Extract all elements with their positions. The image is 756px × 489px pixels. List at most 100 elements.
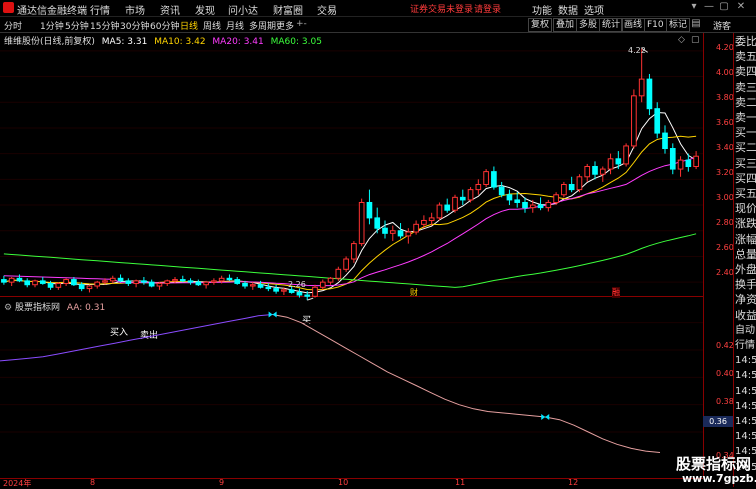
event-marker-rong[interactable]: 融	[612, 287, 620, 298]
candle-body	[452, 196, 458, 211]
side-panel-item[interactable]: 委比	[735, 35, 756, 49]
candle-body	[1, 279, 7, 283]
biaoji-button[interactable]: 标记	[666, 18, 691, 32]
candle-body	[413, 223, 419, 233]
fuquan-button[interactable]: 复权	[528, 18, 553, 32]
adjust-icon[interactable]: +-	[296, 19, 307, 29]
side-panel-item[interactable]: 自动	[735, 324, 756, 338]
side-panel-item[interactable]: 卖五	[735, 50, 756, 64]
menu-jiaoyi[interactable]: 交易	[317, 2, 337, 17]
event-marker-cai[interactable]: 财	[410, 287, 418, 298]
side-panel-item[interactable]: 买三	[735, 157, 756, 171]
ind-y-label: 0.42	[716, 341, 734, 350]
x-axis-line	[0, 478, 703, 479]
side-panel-item[interactable]: 14:50	[735, 400, 756, 414]
candle-body	[24, 280, 31, 286]
side-panel-item[interactable]: 买五	[735, 187, 756, 201]
side-panel-item[interactable]: 14:50	[735, 354, 756, 368]
side-panel-item[interactable]: 买二	[735, 141, 756, 155]
candle-body	[195, 281, 202, 286]
candle-body	[545, 201, 552, 209]
candle-body	[568, 183, 575, 191]
side-panel-item[interactable]: 卖二	[735, 96, 756, 110]
close-icon[interactable]: ✕	[735, 1, 747, 13]
period-5min[interactable]: 5分钟	[65, 19, 89, 32]
maximize-icon[interactable]: ▢	[718, 1, 730, 13]
login-button[interactable]: 请登录	[474, 2, 501, 15]
period-more[interactable]: 更多	[276, 19, 294, 32]
candle-body	[102, 280, 108, 283]
title-bar	[0, 0, 756, 17]
candle-body	[55, 282, 62, 288]
guest-label[interactable]: 游客	[713, 19, 731, 32]
candle-body	[522, 201, 528, 209]
side-panel-item[interactable]: 买四	[735, 172, 756, 186]
side-panel-item[interactable]: 外盘	[735, 263, 756, 277]
side-panel-item[interactable]: 涨跌	[735, 217, 756, 231]
side-panel-item[interactable]: 涨幅	[735, 233, 756, 247]
side-panel-item[interactable]: 卖三	[735, 81, 756, 95]
candle-body	[86, 285, 93, 290]
candle-body	[312, 286, 318, 297]
high-price-label: 4.22	[628, 46, 646, 55]
period-fenshi[interactable]: 分时	[4, 19, 22, 32]
ind-y-label: 0.38	[716, 397, 734, 406]
huaxian-button[interactable]: 画线	[621, 18, 646, 32]
menu-caifuquan[interactable]: 财富圈	[273, 2, 303, 17]
indicator-line-rising	[0, 314, 273, 362]
minimize-icon[interactable]: —	[703, 1, 715, 13]
dropdown-icon[interactable]: ▾	[688, 1, 700, 13]
watermark-title: 股票指标网	[676, 455, 752, 473]
period-15min[interactable]: 15分钟	[90, 19, 119, 32]
side-panel-item[interactable]: 14:50	[735, 415, 756, 429]
side-panel-item[interactable]: 行情	[735, 339, 756, 353]
candle-body	[156, 282, 163, 287]
period-daily[interactable]: 日线	[180, 19, 198, 32]
candle-body	[133, 280, 139, 284]
side-panel-item[interactable]: 14:50	[735, 430, 756, 444]
candle-body	[405, 231, 412, 237]
f10-button[interactable]: F10	[644, 18, 667, 32]
period-multi[interactable]: 多周期	[249, 19, 276, 32]
period-1min[interactable]: 1分钟	[40, 19, 64, 32]
candle-body	[576, 176, 583, 191]
side-panel-item[interactable]: 换手	[735, 278, 756, 292]
period-60min[interactable]: 60分钟	[150, 19, 179, 32]
candle-body	[296, 291, 303, 296]
menu-faxian[interactable]: 发现	[195, 2, 215, 17]
menu-hangqing[interactable]: 行情	[90, 2, 110, 17]
menu-xuanxiang[interactable]: 选项	[584, 2, 604, 17]
side-panel-item[interactable]: 卖一	[735, 111, 756, 125]
side-panel-item[interactable]: 总量	[735, 248, 756, 262]
candle-body	[288, 289, 295, 293]
candle-body	[211, 280, 217, 283]
side-panel-item[interactable]: 现价	[735, 202, 756, 216]
candle-body	[226, 277, 233, 281]
period-weekly[interactable]: 周线	[203, 19, 221, 32]
candle-body	[109, 277, 116, 282]
period-monthly[interactable]: 月线	[226, 19, 244, 32]
menu-zixun[interactable]: 资讯	[160, 2, 180, 17]
candle-body	[389, 230, 396, 234]
menu-shichang[interactable]: 市场	[125, 2, 145, 17]
candle-body	[467, 189, 474, 201]
side-panel-item[interactable]: 卖四	[735, 65, 756, 79]
candle-body	[374, 217, 381, 229]
duogu-button[interactable]: 多股	[576, 18, 601, 32]
side-panel-item[interactable]: 收益	[735, 309, 756, 323]
side-panel-item[interactable]: 净资	[735, 293, 756, 307]
diejia-button[interactable]: 叠加	[553, 18, 578, 32]
side-panel-item[interactable]: 14:50	[735, 369, 756, 383]
layout-icon[interactable]: ▤	[690, 18, 702, 30]
menu-wenxiaoda[interactable]: 问小达	[228, 2, 258, 17]
period-30min[interactable]: 30分钟	[120, 19, 149, 32]
menu-shuju[interactable]: 数据	[558, 2, 578, 17]
candle-body	[125, 280, 132, 284]
tongji-button[interactable]: 统计	[599, 18, 624, 32]
side-panel-item[interactable]: 14:50	[735, 385, 756, 399]
candle-body	[529, 204, 536, 209]
side-panel-item[interactable]: 买一	[735, 126, 756, 140]
candle-body	[78, 284, 85, 290]
menu-gongneng[interactable]: 功能	[532, 2, 552, 17]
kline-chart[interactable]	[0, 33, 703, 478]
